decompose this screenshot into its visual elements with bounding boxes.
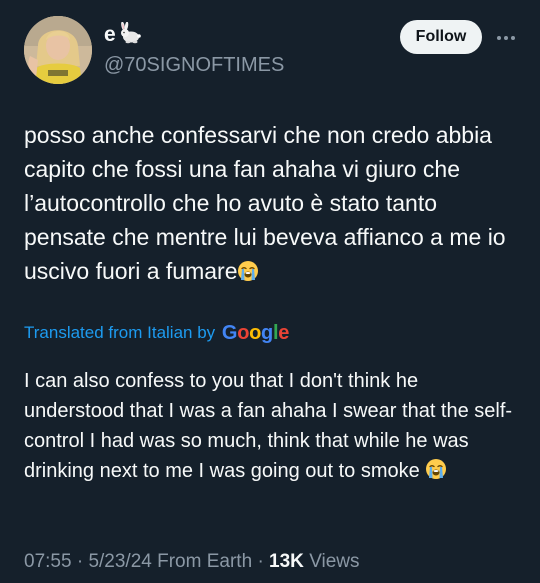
more-options-icon[interactable]: [492, 22, 520, 52]
more-dot: [504, 36, 508, 41]
loudly-crying-face-icon: [237, 257, 259, 281]
tweet-source: From Earth: [157, 551, 253, 572]
tweet-text-content: posso anche confessarvi che non credo ab…: [24, 122, 506, 284]
google-logo: Google: [221, 322, 290, 344]
author-handle[interactable]: @70SIGNOFTIMES: [104, 52, 284, 78]
translation-attribution[interactable]: Translated from Italian by Google: [24, 320, 289, 346]
more-dot: [497, 36, 501, 41]
views-label: Views: [309, 551, 360, 572]
tweet-date[interactable]: 5/23/24: [88, 551, 151, 572]
author-display-name[interactable]: e: [104, 21, 284, 51]
display-name-text: e: [104, 23, 116, 46]
follow-button[interactable]: Follow: [400, 20, 482, 54]
tweet-meta: 07:55 · 5/23/24 From Earth · 13K Views: [24, 548, 360, 576]
more-dot: [511, 36, 515, 41]
loudly-crying-face-icon: [425, 458, 447, 480]
tweet-header: e @70SIGNOFTIMES Follow: [24, 16, 520, 84]
tweet: e @70SIGNOFTIMES Follow posso anche conf…: [0, 0, 540, 583]
avatar-image: [24, 16, 92, 84]
rabbit-icon: [118, 21, 142, 51]
translation-label: Translated from Italian by: [24, 323, 216, 342]
translated-text: I can also confess to you that I don't t…: [24, 366, 520, 486]
author-names: e @70SIGNOFTIMES: [104, 21, 284, 78]
tweet-text: posso anche confessarvi che non credo ab…: [24, 118, 520, 288]
views-count[interactable]: 13K: [269, 551, 304, 572]
meta-separator: ·: [76, 551, 84, 572]
tweet-time[interactable]: 07:55: [24, 551, 72, 572]
avatar[interactable]: [24, 16, 92, 84]
meta-separator: ·: [257, 551, 264, 572]
